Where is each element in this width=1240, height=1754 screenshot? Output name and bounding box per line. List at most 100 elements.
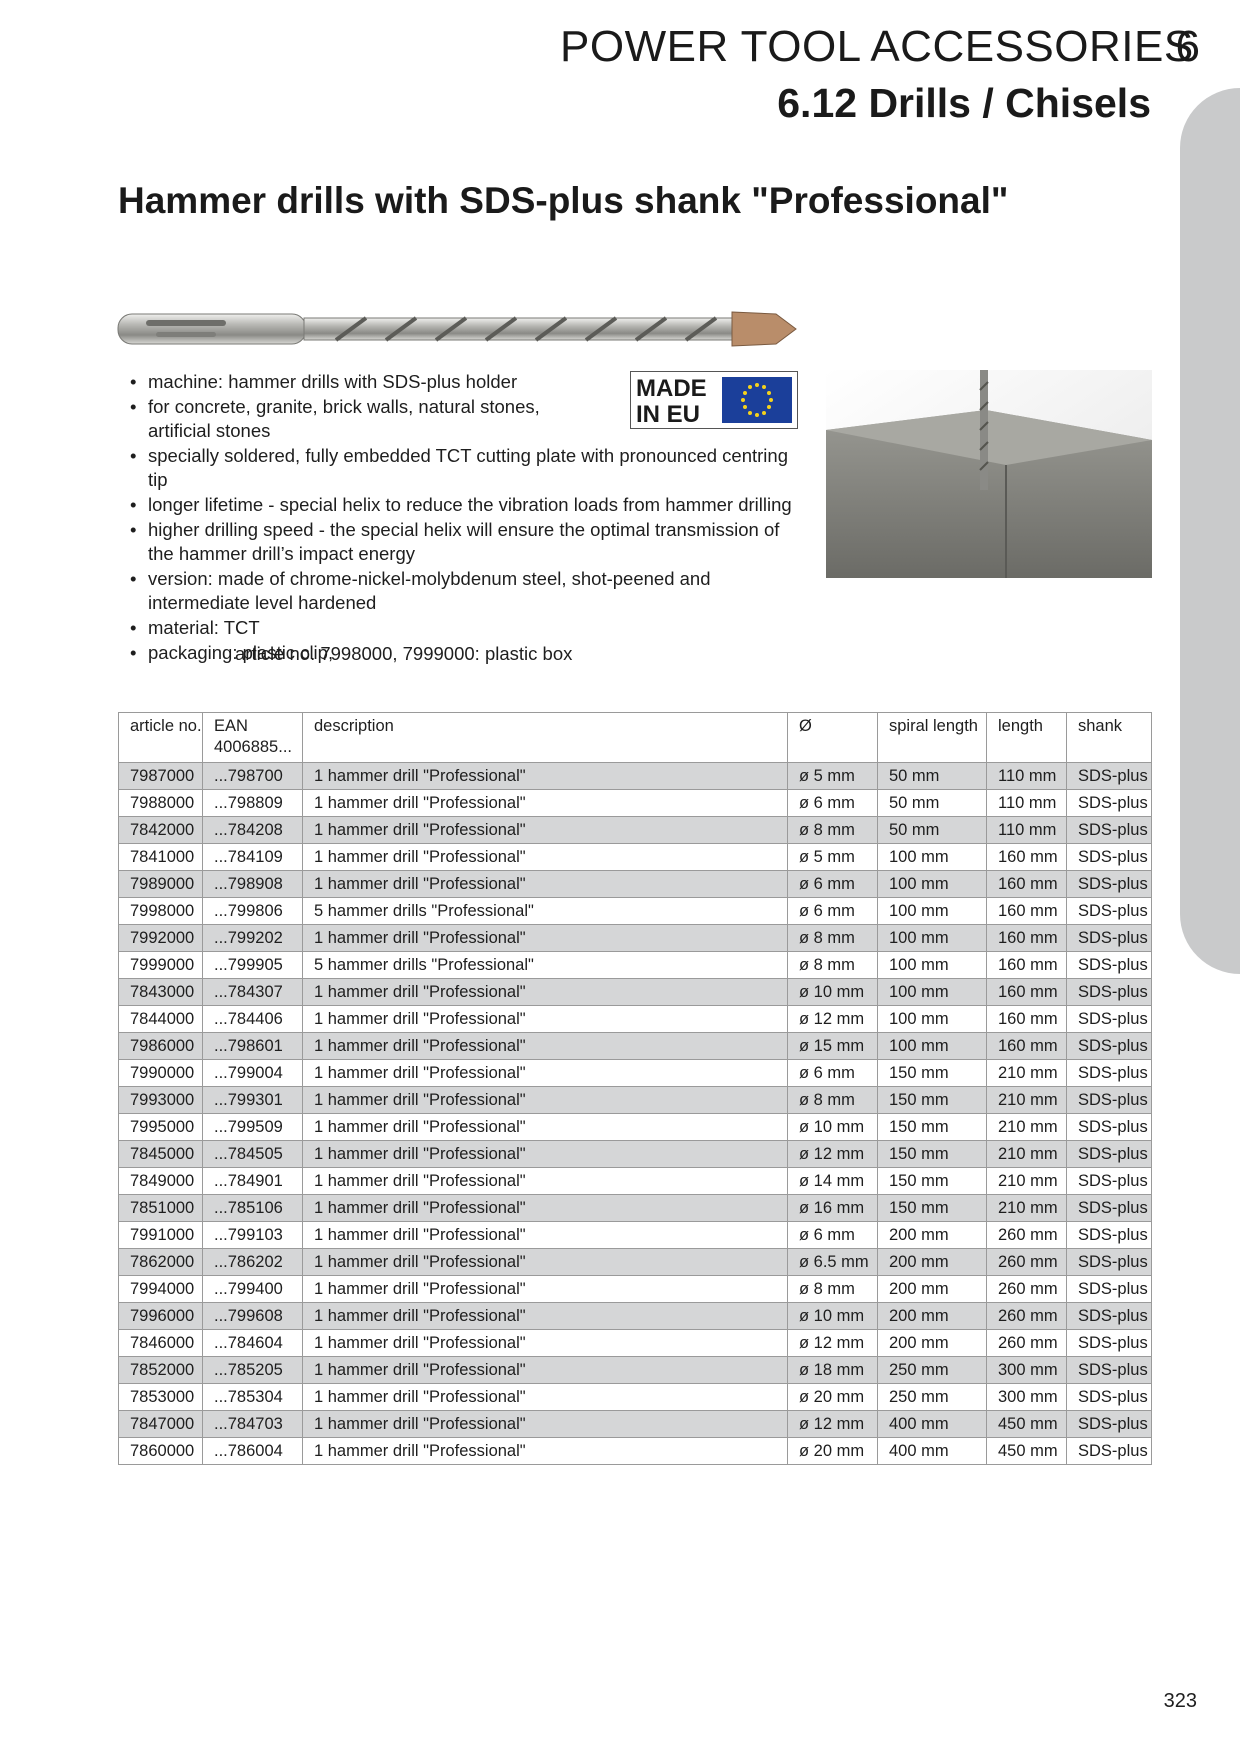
- diameter-cell: ø 8 mm: [787, 1086, 878, 1114]
- shank-cell: SDS-plus: [1066, 1302, 1152, 1330]
- article-no-cell: 7853000: [118, 1383, 203, 1411]
- drill-bit-image: [117, 311, 797, 347]
- length-cell: 210 mm: [986, 1113, 1067, 1141]
- diameter-cell: ø 5 mm: [787, 762, 878, 790]
- diameter-cell: ø 8 mm: [787, 951, 878, 979]
- spiral-length-cell: 150 mm: [877, 1140, 987, 1168]
- shank-cell: SDS-plus: [1066, 1383, 1152, 1411]
- table-row: 7849000 ...784901 1 hammer drill "Professi…: [118, 1167, 1152, 1195]
- table-row: 7991000 ...799103 1 hammer drill "Professi…: [118, 1221, 1152, 1249]
- diameter-cell: ø 20 mm: [787, 1437, 878, 1465]
- page-number: 323: [1163, 1690, 1197, 1712]
- description-cell: 1 hammer drill "Professional": [302, 1410, 788, 1438]
- diameter-cell: ø 20 mm: [787, 1383, 878, 1411]
- length-cell: 160 mm: [986, 1032, 1067, 1060]
- shank-cell: SDS-plus: [1066, 1410, 1152, 1438]
- feature-item: version: made of chrome-nickel-molybdenu…: [130, 567, 810, 616]
- length-cell: 450 mm: [986, 1410, 1067, 1438]
- length-cell: 160 mm: [986, 870, 1067, 898]
- ean-cell: ...784406: [202, 1005, 303, 1033]
- description-cell: 5 hammer drills "Professional": [302, 951, 788, 979]
- article-no-cell: 7989000: [118, 870, 203, 898]
- description-cell: 1 hammer drill "Professional": [302, 978, 788, 1006]
- spiral-length-cell: 50 mm: [877, 762, 987, 790]
- article-no-cell: 7842000: [118, 816, 203, 844]
- ean-cell: ...799301: [202, 1086, 303, 1114]
- diameter-cell: ø 6 mm: [787, 789, 878, 817]
- feature-item: higher drilling speed - the special heli…: [130, 518, 810, 567]
- table-row: 7993000 ...799301 1 hammer drill "Professi…: [118, 1086, 1152, 1114]
- article-no-cell: 7999000: [118, 951, 203, 979]
- diameter-cell: ø 10 mm: [787, 978, 878, 1006]
- spiral-length-cell: 100 mm: [877, 978, 987, 1006]
- description-cell: 1 hammer drill "Professional": [302, 1221, 788, 1249]
- shank-cell: SDS-plus: [1066, 1437, 1152, 1465]
- spiral-length-cell: 150 mm: [877, 1086, 987, 1114]
- article-no-cell: 7991000: [118, 1221, 203, 1249]
- length-cell: 160 mm: [986, 843, 1067, 871]
- spiral-length-cell: 250 mm: [877, 1383, 987, 1411]
- shank-cell: SDS-plus: [1066, 924, 1152, 952]
- length-cell: 210 mm: [986, 1194, 1067, 1222]
- table-row: 7851000 ...785106 1 hammer drill "Professi…: [118, 1194, 1152, 1222]
- ean-cell: ...784307: [202, 978, 303, 1006]
- ean-cell: ...784604: [202, 1329, 303, 1357]
- ean-cell: ...798908: [202, 870, 303, 898]
- ean-cell: ...799509: [202, 1113, 303, 1141]
- concrete-block-photo: [826, 370, 1152, 578]
- ean-cell: ...784208: [202, 816, 303, 844]
- article-no-cell: 7993000: [118, 1086, 203, 1114]
- ean-cell: ...786004: [202, 1437, 303, 1465]
- subsection-title: 6.12 Drills / Chisels: [777, 80, 1151, 126]
- ean-cell: ...784703: [202, 1410, 303, 1438]
- shank-cell: SDS-plus: [1066, 951, 1152, 979]
- article-no-cell: 7849000: [118, 1167, 203, 1195]
- description-cell: 1 hammer drill "Professional": [302, 1140, 788, 1168]
- ean-cell: ...798601: [202, 1032, 303, 1060]
- spiral-length-cell: 100 mm: [877, 951, 987, 979]
- table-row: 7999000 ...799905 5 hammer drills "Profess…: [118, 951, 1152, 979]
- shank-cell: SDS-plus: [1066, 1059, 1152, 1087]
- diameter-cell: ø 6 mm: [787, 870, 878, 898]
- spiral-length-cell: 50 mm: [877, 816, 987, 844]
- table-row: 7995000 ...799509 1 hammer drill "Professi…: [118, 1113, 1152, 1141]
- article-no-cell: 7986000: [118, 1032, 203, 1060]
- article-no-cell: 7994000: [118, 1275, 203, 1303]
- diameter-cell: ø 12 mm: [787, 1140, 878, 1168]
- ean-cell: ...784901: [202, 1167, 303, 1195]
- diameter-cell: ø 5 mm: [787, 843, 878, 871]
- badge-line1: MADE: [636, 375, 707, 402]
- table-row: 7843000 ...784307 1 hammer drill "Professi…: [118, 978, 1152, 1006]
- description-cell: 1 hammer drill "Professional": [302, 924, 788, 952]
- table-row: 7986000 ...798601 1 hammer drill "Professi…: [118, 1032, 1152, 1060]
- feature-item: material: TCT: [130, 616, 810, 641]
- diameter-cell: ø 10 mm: [787, 1302, 878, 1330]
- length-cell: 300 mm: [986, 1356, 1067, 1384]
- shank-cell: SDS-plus: [1066, 1194, 1152, 1222]
- description-cell: 1 hammer drill "Professional": [302, 1437, 788, 1465]
- description-cell: 1 hammer drill "Professional": [302, 789, 788, 817]
- ean-cell: ...799608: [202, 1302, 303, 1330]
- shank-cell: SDS-plus: [1066, 789, 1152, 817]
- article-no-cell: 7841000: [118, 843, 203, 871]
- table-row: 7845000 ...784505 1 hammer drill "Professi…: [118, 1140, 1152, 1168]
- shank-cell: SDS-plus: [1066, 843, 1152, 871]
- diameter-cell: ø 15 mm: [787, 1032, 878, 1060]
- packaging-note: article no. 7998000, 7999000: plastic bo…: [235, 643, 573, 664]
- diameter-cell: ø 12 mm: [787, 1329, 878, 1357]
- article-no-cell: 7992000: [118, 924, 203, 952]
- chapter-tab-strip: [1180, 88, 1240, 974]
- col-ean-header: EAN 4006885...: [202, 712, 303, 763]
- spiral-length-cell: 100 mm: [877, 1005, 987, 1033]
- ean-cell: ...799400: [202, 1275, 303, 1303]
- description-cell: 1 hammer drill "Professional": [302, 870, 788, 898]
- length-cell: 260 mm: [986, 1221, 1067, 1249]
- spiral-length-cell: 100 mm: [877, 1032, 987, 1060]
- table-row: 7847000 ...784703 1 hammer drill "Professi…: [118, 1410, 1152, 1438]
- table-row: 7862000 ...786202 1 hammer drill "Professi…: [118, 1248, 1152, 1276]
- diameter-cell: ø 18 mm: [787, 1356, 878, 1384]
- feature-item: longer lifetime - special helix to reduc…: [130, 493, 810, 518]
- article-no-cell: 7843000: [118, 978, 203, 1006]
- table-header-row: article no. EAN 4006885... description Ø …: [118, 712, 1152, 763]
- ean-cell: ...786202: [202, 1248, 303, 1276]
